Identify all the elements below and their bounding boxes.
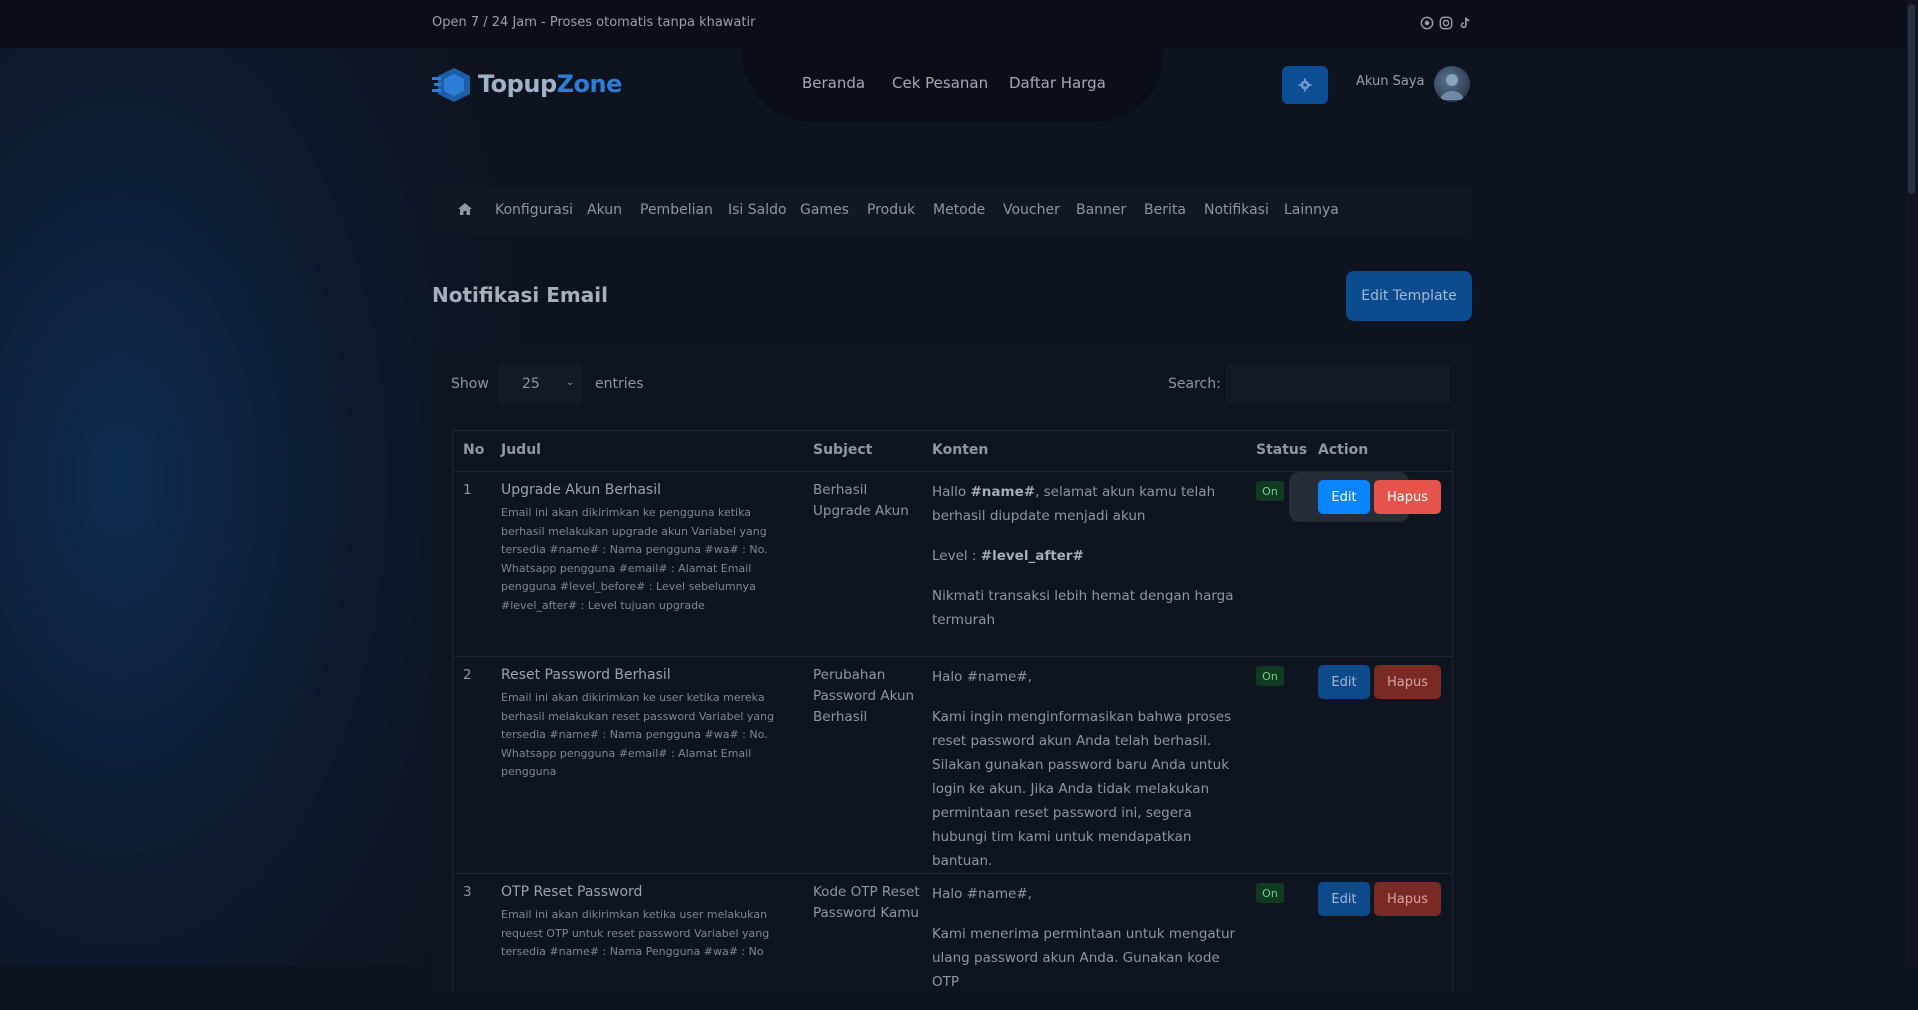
menu-berita[interactable]: Berita <box>1144 202 1186 218</box>
row-content: Halo #name#, Kami menerima permintaan un… <box>932 886 1236 990</box>
entries-label: entries <box>595 376 644 392</box>
logo-mark-icon <box>432 68 470 102</box>
row-content: Halo #name#, Kami ingin menginformasikan… <box>932 669 1232 869</box>
row-title: OTP Reset Password <box>501 884 643 900</box>
page-scrollbar-thumb[interactable] <box>1908 4 1915 194</box>
menu-metode[interactable]: Metode <box>933 202 985 218</box>
show-label: Show <box>451 376 489 392</box>
row-number: 2 <box>463 667 472 683</box>
edit-button[interactable]: Edit <box>1318 882 1370 916</box>
nav-daftar-harga[interactable]: Daftar Harga <box>1009 74 1106 92</box>
nav-cek-pesanan[interactable]: Cek Pesanan <box>892 74 988 92</box>
menu-akun[interactable]: Akun <box>587 202 622 218</box>
avatar-image-icon <box>1440 74 1464 100</box>
column-header-subject: Subject <box>813 442 873 458</box>
row-content: Hallo #name#, selamat akun kamu telah be… <box>932 484 1234 628</box>
column-header-status: Status <box>1256 442 1308 458</box>
top-info-text: Open 7 / 24 Jam - Proses otomatis tanpa … <box>432 15 756 30</box>
column-header-no: No <box>463 442 485 458</box>
logo[interactable]: TopupZone <box>432 62 622 106</box>
account-label[interactable]: Akun Saya <box>1356 74 1425 89</box>
edit-template-button[interactable]: Edit Template <box>1346 271 1472 321</box>
logo-text-part1: Topup <box>478 70 557 98</box>
edit-button[interactable]: Edit <box>1318 480 1370 514</box>
row-subject: Perubahan Password Akun Berhasil <box>813 667 915 725</box>
entries-select-value[interactable]: 25 <box>522 376 540 392</box>
page-title: Notifikasi Email <box>432 283 608 307</box>
row-subject: Kode OTP Reset Password Kamu <box>813 884 920 921</box>
delete-button[interactable]: Hapus <box>1374 665 1441 699</box>
whatsapp-icon[interactable] <box>1420 16 1434 30</box>
row-title: Upgrade Akun Berhasil <box>501 482 662 498</box>
gear-icon <box>1298 78 1312 92</box>
menu-notifikasi[interactable]: Notifikasi <box>1204 202 1269 218</box>
tiktok-icon[interactable] <box>1458 16 1472 30</box>
chevron-down-icon: ⌄ <box>566 377 575 388</box>
settings-button[interactable] <box>1282 66 1328 104</box>
status-badge: On <box>1256 883 1284 903</box>
menu-lainnya[interactable]: Lainnya <box>1284 202 1339 218</box>
row-divider <box>452 873 1452 874</box>
search-input[interactable] <box>1226 362 1450 404</box>
avatar[interactable] <box>1434 66 1470 102</box>
row-title: Reset Password Berhasil <box>501 667 671 683</box>
menu-konfigurasi[interactable]: Konfigurasi <box>495 202 573 218</box>
column-header-action: Action <box>1318 442 1369 458</box>
menu-pembelian[interactable]: Pembelian <box>640 202 713 218</box>
row-description: Email ini akan dikirimkan ke pengguna ke… <box>501 506 768 612</box>
row-divider <box>452 656 1452 657</box>
home-icon[interactable] <box>457 201 473 217</box>
row-description: Email ini akan dikirimkan ke user ketika… <box>501 691 775 778</box>
status-badge: On <box>1256 666 1284 686</box>
instagram-icon[interactable] <box>1439 16 1453 30</box>
menu-isi-saldo[interactable]: Isi Saldo <box>728 202 787 218</box>
nav-beranda[interactable]: Beranda <box>802 74 865 92</box>
edit-button[interactable]: Edit <box>1318 665 1370 699</box>
column-header-konten: Konten <box>932 442 989 458</box>
row-description: Email ini akan dikirimkan ketika user me… <box>501 908 770 958</box>
menu-games[interactable]: Games <box>800 202 849 218</box>
menu-banner[interactable]: Banner <box>1076 202 1126 218</box>
search-label: Search: <box>1168 376 1221 392</box>
status-badge: On <box>1256 481 1284 501</box>
row-number: 1 <box>463 482 472 498</box>
row-number: 3 <box>463 884 472 900</box>
menu-voucher[interactable]: Voucher <box>1003 202 1060 218</box>
column-header-judul: Judul <box>501 442 541 458</box>
logo-text-part2: Zone <box>556 70 623 98</box>
menu-produk[interactable]: Produk <box>867 202 915 218</box>
delete-button[interactable]: Hapus <box>1374 882 1441 916</box>
delete-button[interactable]: Hapus <box>1374 480 1441 514</box>
row-subject: Berhasil Upgrade Akun <box>813 482 909 519</box>
